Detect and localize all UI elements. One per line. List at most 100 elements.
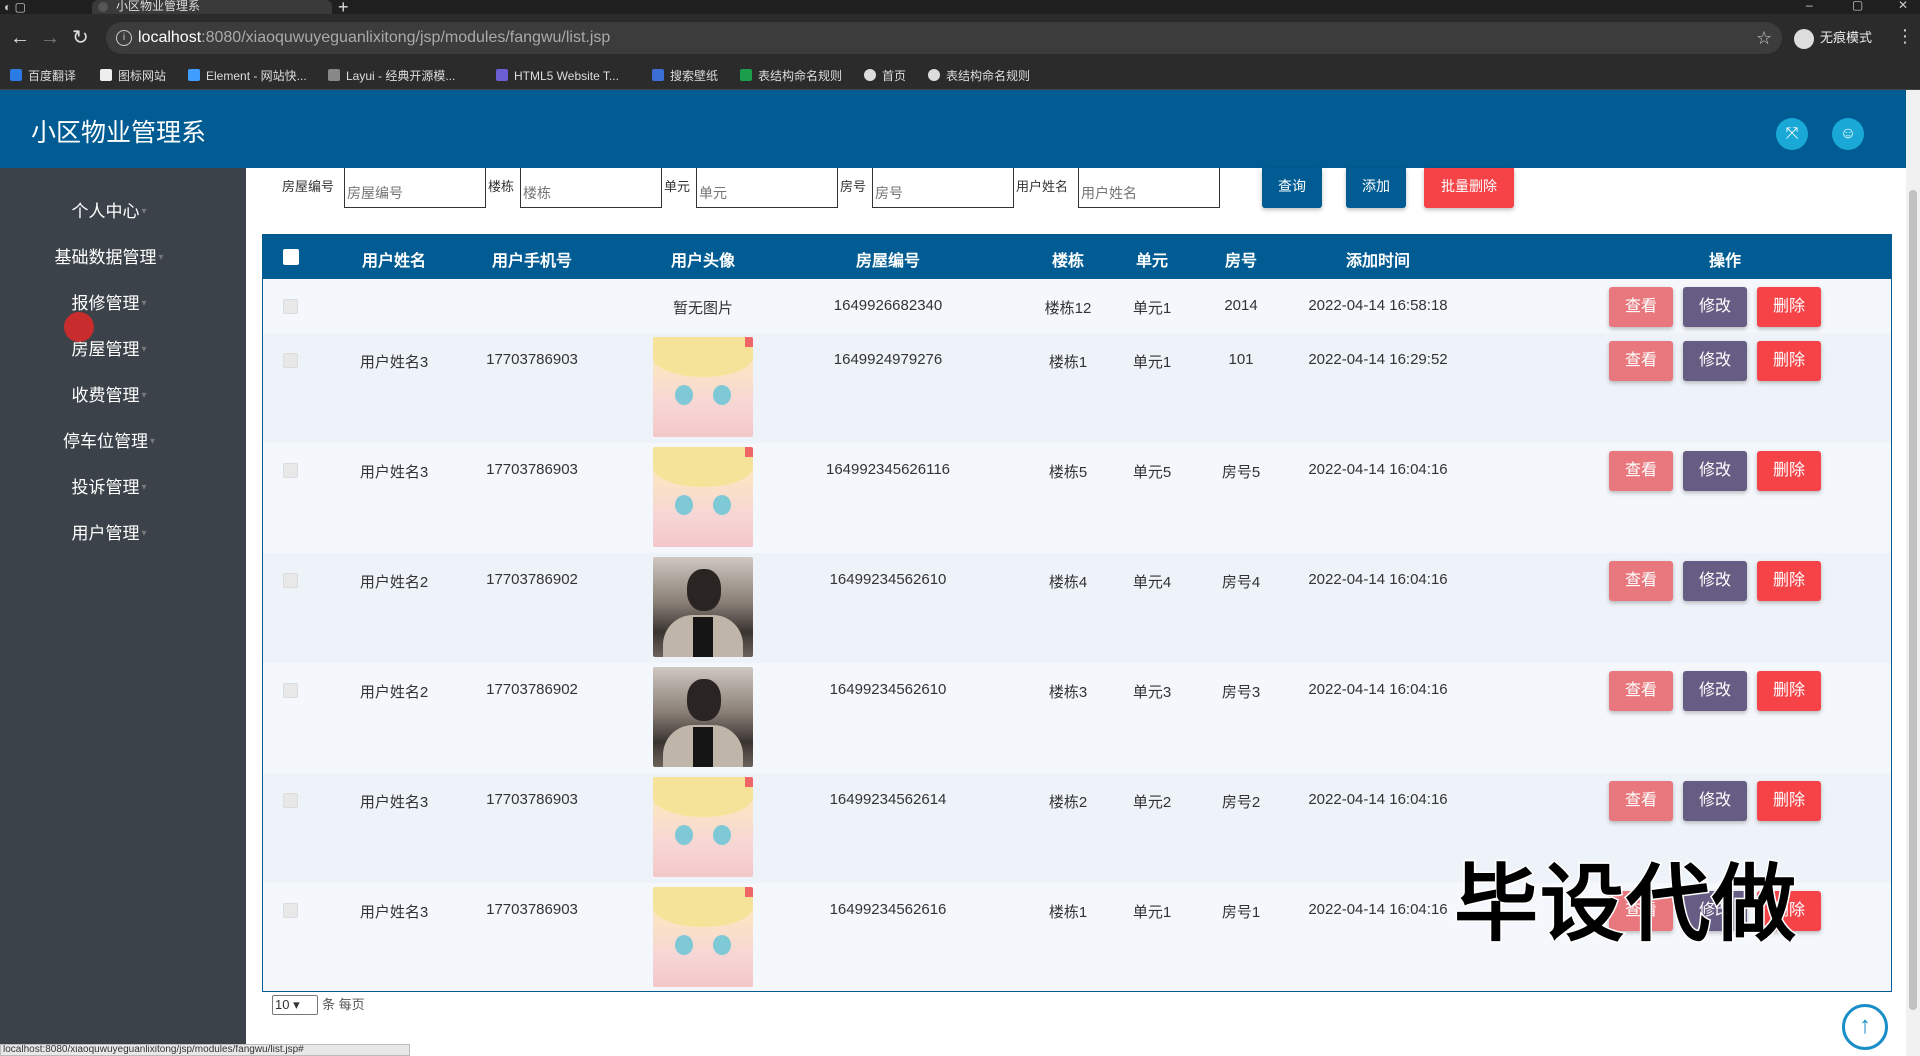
bookmark-item[interactable]: HTML5 Website T... bbox=[496, 68, 619, 84]
house-no-input[interactable] bbox=[344, 168, 486, 208]
sidebar-item-parking[interactable]: 停车位管理 ▾ bbox=[0, 430, 218, 454]
view-button[interactable]: 查看 bbox=[1609, 341, 1673, 381]
cell-unit: 单元2 bbox=[1132, 794, 1172, 811]
url-host: localhost bbox=[138, 29, 202, 46]
sidebar-item-repair[interactable]: 报修管理 ▾ bbox=[0, 292, 218, 316]
row-checkbox[interactable] bbox=[283, 793, 298, 808]
row-checkbox[interactable] bbox=[283, 683, 298, 698]
edit-button[interactable]: 修改 bbox=[1683, 561, 1747, 601]
sidebar-item-basic-data[interactable]: 基础数据管理 ▾ bbox=[0, 246, 218, 270]
edit-button[interactable]: 修改 bbox=[1683, 451, 1747, 491]
browser-tab[interactable]: 小区物业管理系 bbox=[92, 0, 332, 14]
view-button[interactable]: 查看 bbox=[1609, 287, 1673, 327]
edit-button[interactable]: 修改 bbox=[1683, 341, 1747, 381]
maximize-icon[interactable]: ▢ bbox=[1852, 0, 1863, 12]
row-checkbox[interactable] bbox=[283, 353, 298, 368]
bookmark-item[interactable]: 搜索壁纸 bbox=[652, 68, 718, 84]
close-window-icon[interactable]: ✕ bbox=[1898, 0, 1908, 12]
row-checkbox[interactable] bbox=[283, 463, 298, 478]
table-row: 用户姓名3 17703786903 1649924979276 楼栋1 单元1 101 20… bbox=[263, 333, 1891, 443]
browser-toolbar: ← → ↻ i localhost:8080/xiaoquwuyeguanlix… bbox=[0, 14, 1920, 62]
cell-time: 2022-04-14 16:04:16 bbox=[1308, 791, 1448, 808]
bookmark-item[interactable]: 首页 bbox=[864, 68, 906, 84]
incognito-icon bbox=[1794, 28, 1814, 49]
sidebar-item-house[interactable]: 房屋管理 ▾ bbox=[0, 338, 218, 362]
edit-button[interactable]: 修改 bbox=[1683, 287, 1747, 327]
avatar-eye-shape bbox=[713, 825, 731, 845]
forward-icon[interactable]: → bbox=[40, 26, 60, 50]
delete-button[interactable]: 删除 bbox=[1757, 561, 1821, 601]
sidebar-item-complaint[interactable]: 投诉管理 ▾ bbox=[0, 476, 218, 500]
avatar-shirt-shape bbox=[693, 617, 713, 657]
select-all-checkbox[interactable] bbox=[283, 249, 299, 265]
view-button[interactable]: 查看 bbox=[1609, 561, 1673, 601]
cell-phone: 17703786903 bbox=[486, 791, 578, 808]
back-to-top-icon[interactable]: ↑ bbox=[1842, 1004, 1888, 1050]
delete-button[interactable]: 删除 bbox=[1757, 287, 1821, 327]
view-button[interactable]: 查看 bbox=[1609, 781, 1673, 821]
bookmark-star-icon[interactable]: ☆ bbox=[1756, 28, 1772, 49]
chevron-down-icon: ▾ bbox=[141, 390, 147, 401]
bookmarks-bar: 百度翻译 图标网站 Element - 网站快... Layui - 经典开源模… bbox=[0, 62, 1920, 90]
sidebar-item-user[interactable]: 用户管理 ▾ bbox=[0, 522, 218, 546]
cell-room: 房号1 bbox=[1221, 904, 1261, 921]
delete-button[interactable]: 删除 bbox=[1757, 341, 1821, 381]
row-checkbox[interactable] bbox=[283, 903, 298, 918]
globe-icon bbox=[864, 69, 876, 81]
avatar-ribbon-shape bbox=[745, 447, 753, 457]
batch-delete-button[interactable]: 批量删除 bbox=[1424, 168, 1514, 208]
scrollbar-thumb[interactable] bbox=[1909, 190, 1917, 1010]
add-button[interactable]: 添加 bbox=[1346, 168, 1406, 208]
watermark-text: 毕设代做 bbox=[1452, 856, 1799, 953]
edit-button[interactable]: 修改 bbox=[1683, 781, 1747, 821]
column-header: 用户姓名 bbox=[361, 253, 426, 270]
sidebar-item-fee[interactable]: 收费管理 ▾ bbox=[0, 384, 218, 408]
browser-window-icons: ◐ ▢ bbox=[4, 0, 26, 14]
view-button[interactable]: 查看 bbox=[1609, 671, 1673, 711]
minimize-icon[interactable]: – bbox=[1806, 0, 1813, 12]
building-input[interactable] bbox=[520, 168, 662, 208]
edit-button[interactable]: 修改 bbox=[1683, 671, 1747, 711]
search-label-building: 楼栋 bbox=[488, 179, 515, 194]
cell-name: 用户姓名3 bbox=[359, 794, 429, 811]
site-info-icon[interactable]: i bbox=[116, 30, 132, 46]
back-icon[interactable]: ← bbox=[10, 26, 30, 50]
cell-house-no: 16499234562616 bbox=[829, 901, 947, 918]
avatar-eye-shape bbox=[675, 825, 693, 845]
address-bar[interactable]: i localhost:8080/xiaoquwuyeguanlixitong/… bbox=[106, 22, 1782, 54]
cell-house-no: 1649926682340 bbox=[833, 297, 943, 314]
room-input[interactable] bbox=[872, 168, 1014, 208]
delete-button[interactable]: 删除 bbox=[1757, 781, 1821, 821]
chevron-down-icon: ▾ bbox=[158, 252, 164, 263]
username-input[interactable] bbox=[1078, 168, 1220, 208]
cell-time: 2022-04-14 16:04:16 bbox=[1308, 461, 1448, 478]
bookmark-item[interactable]: 图标网站 bbox=[100, 68, 166, 84]
cell-unit: 单元1 bbox=[1132, 904, 1172, 921]
bookmark-item[interactable]: 表结构命名规则 bbox=[928, 68, 1030, 84]
user-avatar-icon[interactable]: ☺ bbox=[1832, 118, 1864, 150]
row-checkbox[interactable] bbox=[283, 299, 298, 314]
page-scrollbar[interactable] bbox=[1906, 90, 1920, 1056]
delete-button[interactable]: 删除 bbox=[1757, 451, 1821, 491]
cell-house-no: 16499234562610 bbox=[829, 681, 947, 698]
bookmark-item[interactable]: Layui - 经典开源模... bbox=[328, 68, 455, 84]
avatar-ribbon-shape bbox=[745, 337, 753, 347]
user-avatar-image bbox=[653, 337, 753, 437]
sidebar-item-personal-center[interactable]: 个人中心 ▾ bbox=[0, 200, 218, 224]
bookmark-item[interactable]: 百度翻译 bbox=[10, 68, 76, 84]
cell-room: 房号2 bbox=[1221, 794, 1261, 811]
row-checkbox[interactable] bbox=[283, 573, 298, 588]
reload-icon[interactable]: ↻ bbox=[72, 26, 89, 50]
fullscreen-icon[interactable]: ⤧ bbox=[1776, 118, 1808, 150]
app-header: 小区物业管理系 ⤧ ☺ bbox=[0, 90, 1906, 168]
bookmark-item[interactable]: 表结构命名规则 bbox=[740, 68, 842, 84]
page-size-select[interactable]: 10 ▾ bbox=[272, 995, 318, 1015]
view-button[interactable]: 查看 bbox=[1609, 451, 1673, 491]
unit-input[interactable] bbox=[696, 168, 838, 208]
incognito-indicator[interactable]: 无痕模式 bbox=[1794, 27, 1872, 49]
bookmark-item[interactable]: Element - 网站快... bbox=[188, 68, 307, 84]
browser-menu-icon[interactable]: ⋮ bbox=[1896, 26, 1914, 47]
query-button[interactable]: 查询 bbox=[1262, 168, 1322, 208]
delete-button[interactable]: 删除 bbox=[1757, 671, 1821, 711]
column-header: 用户头像 bbox=[670, 253, 735, 270]
